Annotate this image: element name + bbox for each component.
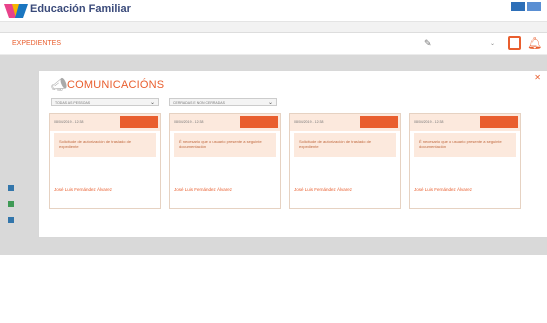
status-filter-select[interactable]: CERRADAS E NON CERRADAS ⌄ xyxy=(169,98,277,106)
status-badge xyxy=(480,116,518,128)
bell-icon[interactable]: 🔔︎ xyxy=(527,36,542,50)
card-assignee: José Luis Fernández Álvarez xyxy=(174,187,233,192)
card-assignee: José Luis Fernández Álvarez xyxy=(54,187,113,192)
xunta-logo xyxy=(509,2,541,11)
background-table xyxy=(0,255,547,323)
page-title: EXPEDIENTES xyxy=(12,40,62,47)
document-icon[interactable] xyxy=(508,36,521,50)
pencil-icon[interactable]: ✎ xyxy=(424,38,432,49)
card-description: Solicitude de autorización de traslado d… xyxy=(294,133,396,157)
communication-card[interactable]: 08/04/2019 - 12:38 Solicitude de autoriz… xyxy=(49,113,161,209)
card-assignee: José Luis Fernández Álvarez xyxy=(294,187,353,192)
status-badge xyxy=(240,116,278,128)
card-description: É necesario que o usuario presente a seg… xyxy=(414,133,516,157)
modal-title: COMUNICACIÓNS xyxy=(67,79,165,91)
megaphone-icon: 📣︎ xyxy=(51,77,68,92)
people-filter-select[interactable]: TODAS AS PESSOAS ⌄ xyxy=(51,98,159,106)
top-bar: Educación Familiar xyxy=(0,0,547,22)
status-badge xyxy=(360,116,398,128)
card-date: 08/04/2019 - 12:38 xyxy=(294,120,324,124)
chevron-down-icon: ⌄ xyxy=(267,100,273,106)
app-title: Educación Familiar xyxy=(30,3,131,15)
card-description: É necesario que o usuario presente a seg… xyxy=(174,133,276,157)
page-header: EXPEDIENTES ✎ ⌄ 🔔︎ xyxy=(0,33,547,55)
chevron-down-icon: ⌄ xyxy=(149,100,155,106)
card-date: 08/04/2019 - 12:38 xyxy=(174,120,204,124)
sub-navigation-bar xyxy=(0,22,547,33)
logo-ribbon-icon xyxy=(4,4,28,18)
close-icon[interactable]: ✕ xyxy=(534,73,541,82)
communication-card[interactable]: 08/04/2019 - 12:38 É necesario que o usu… xyxy=(409,113,521,209)
card-date: 08/04/2019 - 12:38 xyxy=(414,120,444,124)
status-badge xyxy=(120,116,158,128)
card-description: Solicitude de autorización de traslado d… xyxy=(54,133,156,157)
chevron-down-icon[interactable]: ⌄ xyxy=(490,40,495,47)
communication-card[interactable]: 08/04/2019 - 12:38 Solicitude de autoriz… xyxy=(289,113,401,209)
communications-modal: ✕ 📣︎ COMUNICACIÓNS TODAS AS PESSOAS ⌄ CER… xyxy=(38,70,547,238)
card-assignee: José Luis Fernández Álvarez xyxy=(414,187,473,192)
card-date: 08/04/2019 - 12:38 xyxy=(54,120,84,124)
communication-card[interactable]: 08/04/2019 - 12:38 É necesario que o usu… xyxy=(169,113,281,209)
